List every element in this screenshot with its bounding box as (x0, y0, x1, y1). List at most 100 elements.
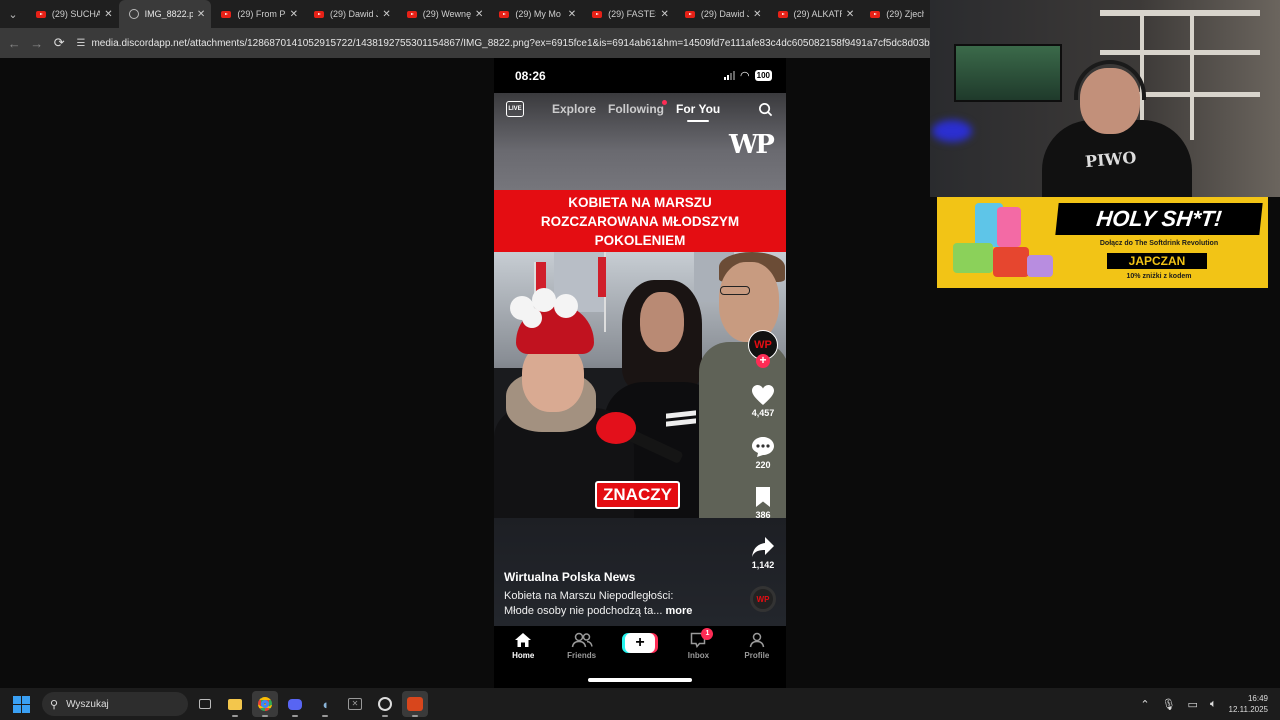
headset (1074, 60, 1146, 100)
author-name[interactable]: Wirtualna Polska News (504, 570, 635, 584)
browser-tab[interactable]: (29) Zjechał (860, 0, 930, 28)
nav-home[interactable]: Home (494, 630, 552, 688)
close-icon[interactable]: ✕ (104, 9, 112, 20)
clock[interactable]: 16:49 12.11.2025 (1229, 693, 1268, 715)
close-icon[interactable]: ✕ (197, 9, 205, 20)
obs-icon[interactable] (372, 691, 398, 717)
reload-icon[interactable]: ⟳ (48, 31, 71, 55)
task-view-icon[interactable] (192, 691, 218, 717)
close-icon[interactable]: ✕ (568, 9, 576, 20)
tab-search-icon[interactable]: ⌄ (0, 0, 26, 28)
chrome-icon[interactable] (252, 691, 278, 717)
share-button[interactable]: 1,142 (746, 536, 780, 570)
comment-icon (752, 437, 774, 457)
ad-promo-code: JAPCZAN (1107, 253, 1207, 269)
browser-tab[interactable]: (29) My Mo ✕ (489, 0, 582, 28)
create-plus-icon: + (625, 633, 656, 653)
music-disc-icon[interactable]: WP (750, 586, 776, 612)
comment-button[interactable]: 220 (746, 436, 780, 470)
start-button[interactable] (0, 688, 42, 720)
follow-plus-icon[interactable]: + (756, 354, 770, 368)
inbox-badge: 1 (701, 628, 714, 640)
friends-icon (571, 630, 593, 650)
network-icon[interactable]: ▭ (1188, 698, 1198, 711)
xbox-app-icon[interactable]: ✕ (342, 691, 368, 717)
phone-status-bar: 08:26 ◠ 100 (494, 58, 786, 93)
product-image (945, 203, 1055, 285)
save-button[interactable]: 386 (746, 486, 780, 520)
save-count: 386 (755, 510, 771, 520)
search-icon[interactable] (756, 100, 774, 118)
share-arrow-icon (752, 537, 774, 557)
youtube-icon (684, 10, 695, 18)
nav-profile[interactable]: Profile (728, 630, 786, 688)
youtube-icon (314, 10, 325, 18)
back-arrow-icon[interactable]: ← (3, 31, 26, 55)
close-icon[interactable]: ✕ (382, 9, 390, 20)
tab-label: (29) My Mo (515, 9, 561, 19)
live-icon[interactable]: LIVE (506, 101, 524, 117)
status-time: 08:26 (515, 68, 546, 83)
youtube-icon (777, 10, 788, 18)
microphone-icon[interactable]: 🎙︎ (1162, 698, 1176, 711)
battery-icon: 100 (754, 70, 772, 81)
browser-tab-active[interactable]: IMG_8822.png ✕ (118, 0, 212, 28)
close-icon[interactable]: ✕ (660, 9, 668, 20)
close-icon[interactable]: ✕ (475, 9, 483, 20)
address-bar[interactable]: ☰ media.discordapp.net/attachments/12868… (77, 32, 931, 54)
close-icon[interactable]: ✕ (753, 9, 761, 20)
search-icon: ⚲ (50, 698, 59, 711)
steam-icon[interactable]: ◖ (312, 691, 338, 717)
taskbar-search[interactable]: ⚲ Wyszukaj (42, 692, 188, 716)
tab-following-label: Following (608, 102, 665, 116)
globe-icon (128, 9, 139, 19)
site-info-icon[interactable]: ☰ (77, 36, 86, 50)
close-icon[interactable]: ✕ (290, 9, 298, 20)
system-tray: ⌃ 🎙︎ ▭ 🔈︎ 16:49 12.11.2025 (1140, 693, 1280, 715)
discord-icon[interactable] (282, 691, 308, 717)
file-explorer-icon[interactable] (222, 691, 248, 717)
browser-tab[interactable]: (29) Wewnęt ✕ (397, 0, 490, 28)
tab-label: (29) Zjechał (886, 9, 924, 19)
more-link[interactable]: more (665, 605, 692, 617)
browser-tab[interactable]: (29) SUCHAR✕ (26, 0, 119, 28)
browser-tab[interactable]: (29) Dawid J ✕ (304, 0, 397, 28)
volume-icon[interactable]: 🔈︎ (1210, 698, 1217, 711)
microphone (596, 412, 636, 444)
wifi-icon: ◠ (740, 70, 750, 82)
video-headline: KOBIETA NA MARSZU ROZCZAROWANA MŁODSZYM … (494, 190, 786, 252)
desktop: ⌄ (29) SUCHAR✕ IMG_8822.png ✕ (29) From P… (0, 0, 1280, 720)
tab-label: (29) From Pi (237, 9, 286, 19)
headline-text: KOBIETA NA MARSZU ROZCZAROWANA MŁODSZYM … (540, 194, 740, 248)
tab-label: IMG_8822.png (144, 9, 193, 19)
wp-watermark-logo: WP (729, 130, 775, 160)
tab-label: (29) Wewnęt (422, 9, 472, 19)
browser-tab[interactable]: (29) From Pi ✕ (211, 0, 304, 28)
like-button[interactable]: 4,457 (746, 384, 780, 418)
forward-arrow-icon[interactable]: → (26, 31, 49, 55)
like-count: 4,457 (751, 408, 775, 418)
browser-tab[interactable]: (29) FASTEST ✕ (582, 0, 675, 28)
nav-home-label: Home (512, 651, 535, 660)
browser-tab[interactable]: (29) Dawid J ✕ (675, 0, 768, 28)
close-icon[interactable]: ✕ (846, 9, 854, 20)
chevron-up-icon[interactable]: ⌃ (1140, 698, 1149, 711)
video-caption: ZNACZY (595, 481, 680, 509)
comment-count: 220 (755, 460, 771, 470)
video-description[interactable]: Kobieta na Marszu Niepodległości: Młode … (504, 589, 734, 619)
url-text[interactable]: media.discordapp.net/attachments/1286870… (91, 38, 930, 49)
jacket-stripes (666, 410, 696, 434)
youtube-icon (35, 10, 46, 18)
profile-icon (749, 630, 765, 650)
app-icon[interactable] (402, 691, 428, 717)
tab-following[interactable]: Following (608, 100, 668, 116)
youtube-icon (870, 10, 881, 18)
tiktok-top-nav: LIVE Explore Following For You (494, 93, 786, 125)
tab-label: (29) Dawid J (700, 9, 750, 19)
clock-time: 16:49 (1247, 694, 1268, 703)
video-frame[interactable]: ZNACZY (494, 252, 786, 518)
signal-icon (724, 71, 736, 80)
tab-explore[interactable]: Explore (552, 102, 596, 116)
browser-tab[interactable]: (29) ALKATR ✕ (768, 0, 861, 28)
tab-for-you[interactable]: For You (676, 102, 720, 122)
